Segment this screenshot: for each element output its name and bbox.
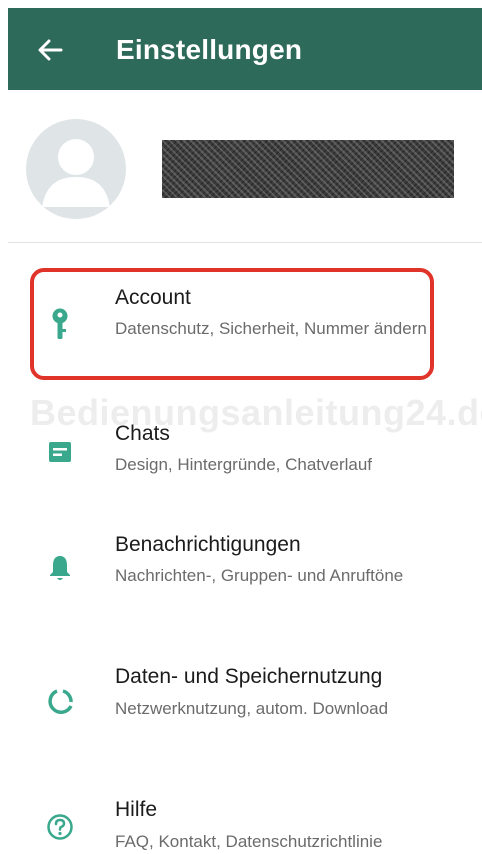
settings-item-chats[interactable]: Chats Design, Hintergründe, Chatverlauf: [0, 416, 482, 486]
settings-item-subtitle: Design, Hintergründe, Chatverlauf: [115, 455, 373, 474]
help-icon: [38, 805, 82, 849]
divider: [8, 242, 482, 243]
avatar[interactable]: [26, 119, 126, 219]
settings-item-title: Daten- und Speichernutzung: [115, 665, 383, 688]
app-bar: Einstellungen: [8, 8, 482, 90]
settings-item-title: Chats: [115, 422, 170, 445]
settings-item-help[interactable]: Hilfe FAQ, Kontakt, Datenschutzrichtlini…: [0, 795, 482, 854]
settings-item-title: Hilfe: [115, 798, 158, 821]
default-avatar-icon: [42, 139, 110, 207]
bell-icon: [38, 546, 82, 590]
settings-item-subtitle: Netzwerknutzung, autom. Download: [115, 699, 389, 718]
highlight-frame: [30, 268, 434, 380]
settings-item-notifications[interactable]: Benachrichtigungen Nachrichten-, Gruppen…: [0, 528, 482, 618]
back-button[interactable]: [30, 32, 70, 68]
settings-item-subtitle: Nachrichten-, Gruppen- und Anruftöne: [115, 566, 404, 585]
settings-item-data-storage[interactable]: Daten- und Speichernutzung Netzwerknutzu…: [0, 662, 482, 752]
data-usage-icon: [38, 680, 82, 724]
page-title: Einstellungen: [116, 34, 303, 65]
profile-section[interactable]: [0, 95, 482, 240]
settings-item-title: Benachrichtigungen: [115, 533, 301, 556]
arrow-back-icon: [38, 39, 63, 61]
settings-item-subtitle: FAQ, Kontakt, Datenschutzrichtlinie: [115, 832, 383, 851]
chat-icon: [38, 430, 82, 474]
profile-name-redacted: [162, 140, 454, 198]
